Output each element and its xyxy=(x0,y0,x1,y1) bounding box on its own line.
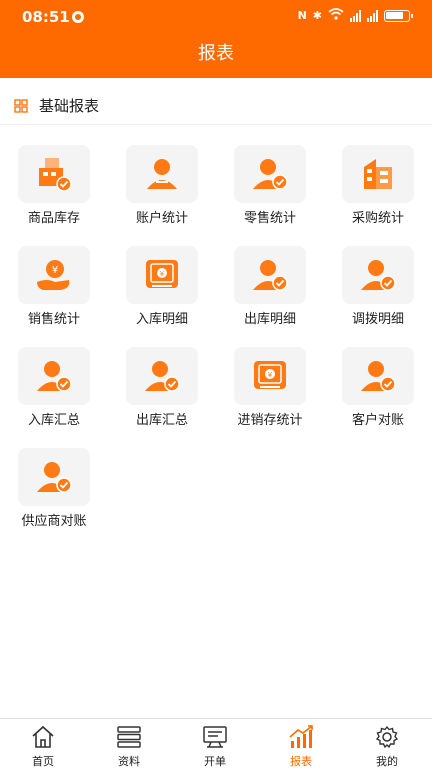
tile-supplier-reconcile[interactable]: 供应商对账 xyxy=(0,448,108,548)
tile-inventory-stats[interactable]: ¥ 进销存统计 xyxy=(216,347,324,447)
customer-reconcile-icon xyxy=(361,361,396,392)
report-icon xyxy=(289,725,313,748)
account-icon xyxy=(147,159,177,189)
nav-report[interactable]: 报表 xyxy=(258,723,344,768)
tile-icon-box: ¥ xyxy=(126,246,198,304)
billing-icon xyxy=(203,726,227,748)
nav-label: 我的 xyxy=(376,755,398,768)
tile-stock-out-summary[interactable]: 出库汇总 xyxy=(108,347,216,447)
tile-label: 入库汇总 xyxy=(27,413,80,428)
tile-label: 客户对账 xyxy=(351,413,404,428)
tile-label: 账户统计 xyxy=(135,211,188,226)
tile-label: 出库汇总 xyxy=(135,413,188,428)
supplier-reconcile-icon xyxy=(37,462,72,493)
retail-icon xyxy=(253,159,288,190)
tile-stock-in-detail[interactable]: ¥ 入库明细 xyxy=(108,246,216,346)
svg-text:¥: ¥ xyxy=(160,270,165,278)
status-icons: N ✱ xyxy=(297,8,413,23)
tile-label: 商品库存 xyxy=(27,211,80,226)
bottom-nav: 首页 资料 开单 报表 我的 xyxy=(0,718,432,768)
tile-icon-box xyxy=(18,448,90,506)
nav-home[interactable]: 首页 xyxy=(0,723,86,768)
bluetooth-icon: ✱ xyxy=(312,9,322,22)
tile-transfer-detail[interactable]: 调拨明细 xyxy=(324,246,432,346)
tile-icon-box xyxy=(342,246,414,304)
tile-icon-box: ¥ xyxy=(18,246,90,304)
tile-retail-stats[interactable]: 零售统计 xyxy=(216,145,324,245)
tile-icon-box xyxy=(126,347,198,405)
nav-label: 首页 xyxy=(32,755,54,768)
status-bar: 08:51 N ✱ xyxy=(0,0,432,34)
stock-in-detail-icon: ¥ xyxy=(146,260,178,288)
tile-label: 采购统计 xyxy=(351,211,404,226)
tile-icon-box xyxy=(234,145,306,203)
transfer-detail-icon xyxy=(361,260,396,291)
tile-label: 进销存统计 xyxy=(237,413,303,428)
tile-icon-box xyxy=(342,145,414,203)
grid-icon xyxy=(14,99,28,113)
nav-data[interactable]: 资料 xyxy=(86,723,172,768)
tile-product-stock[interactable]: 商品库存 xyxy=(0,145,108,245)
wifi-icon xyxy=(328,8,344,23)
section-title: 基础报表 xyxy=(39,97,100,115)
svg-text:¥: ¥ xyxy=(52,265,58,276)
tile-customer-reconcile[interactable]: 客户对账 xyxy=(324,347,432,447)
page-title: 报表 xyxy=(0,34,432,78)
notification-icon xyxy=(72,11,84,23)
tile-icon-box xyxy=(342,347,414,405)
nav-label: 开单 xyxy=(204,755,226,768)
tile-stock-in-summary[interactable]: 入库汇总 xyxy=(0,347,108,447)
stock-out-detail-icon xyxy=(253,260,288,291)
tile-icon-box xyxy=(18,145,90,203)
stock-in-summary-icon xyxy=(37,361,72,392)
tile-icon-box: ¥ xyxy=(234,347,306,405)
nav-label: 资料 xyxy=(118,755,140,768)
svg-text:¥: ¥ xyxy=(268,371,273,379)
warehouse-icon xyxy=(39,158,72,192)
data-icon xyxy=(117,726,141,748)
tile-label: 调拨明细 xyxy=(351,312,404,327)
tile-purchase-stats[interactable]: 采购统计 xyxy=(324,145,432,245)
tile-sales-stats[interactable]: ¥ 销售统计 xyxy=(0,246,108,346)
tile-icon-box xyxy=(126,145,198,203)
nav-billing[interactable]: 开单 xyxy=(172,723,258,768)
tile-label: 出库明细 xyxy=(243,312,296,327)
tile-stock-out-detail[interactable]: 出库明细 xyxy=(216,246,324,346)
sales-icon: ¥ xyxy=(37,260,70,290)
signal-icon-2 xyxy=(367,9,378,22)
tile-label: 销售统计 xyxy=(27,312,80,327)
nav-mine[interactable]: 我的 xyxy=(344,723,430,768)
home-icon xyxy=(32,725,54,748)
nfc-icon: N xyxy=(297,9,307,22)
nav-label: 报表 xyxy=(290,755,312,768)
tile-label: 入库明细 xyxy=(135,312,188,327)
tile-label: 零售统计 xyxy=(243,211,296,226)
tile-icon-box xyxy=(234,246,306,304)
status-time: 08:51 xyxy=(22,8,70,26)
inventory-stats-icon: ¥ xyxy=(254,361,286,389)
stock-out-summary-icon xyxy=(145,361,180,392)
signal-icon xyxy=(350,9,361,22)
tile-label: 供应商对账 xyxy=(21,514,87,529)
tile-account-stats[interactable]: 账户统计 xyxy=(108,145,216,245)
settings-icon xyxy=(375,725,399,749)
battery-icon xyxy=(384,9,413,22)
section-header: 基础报表 xyxy=(0,85,432,125)
purchase-icon xyxy=(364,159,392,189)
tile-icon-box xyxy=(18,347,90,405)
